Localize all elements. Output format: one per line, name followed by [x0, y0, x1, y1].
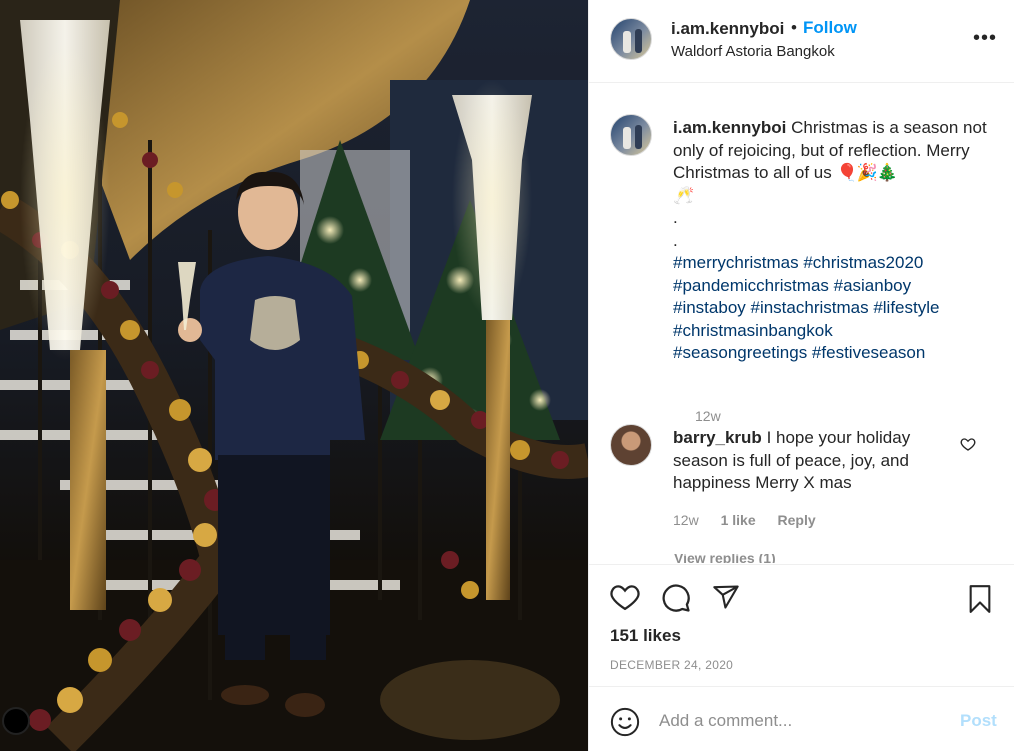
- hashtag-line[interactable]: #pandemicchristmas #asianboy: [673, 275, 1003, 298]
- caption-dot: .: [673, 230, 678, 250]
- hashtag-line[interactable]: #christmasinbangkok: [673, 320, 1003, 343]
- share-icon[interactable]: [711, 583, 741, 611]
- post-photo[interactable]: [0, 0, 588, 751]
- clinking-glasses-emoji: 🥂: [673, 185, 695, 205]
- comment-text: barry_krub I hope your holiday season is…: [673, 427, 933, 495]
- separator-dot: •: [791, 18, 797, 37]
- post-date[interactable]: DECEMBER 24, 2020: [610, 658, 733, 672]
- comment-meta: 12w 1 like Reply: [673, 512, 834, 528]
- view-replies-link[interactable]: View replies (1): [674, 554, 776, 563]
- comment-icon[interactable]: [661, 583, 691, 613]
- comments-section[interactable]: i.am.kennyboi Christmas is a season not …: [589, 84, 1014, 564]
- reply-button[interactable]: Reply: [778, 512, 816, 528]
- comment-likes[interactable]: 1 like: [721, 512, 756, 528]
- caption-username[interactable]: i.am.kennyboi: [673, 118, 786, 137]
- post-comment-button[interactable]: Post: [960, 711, 997, 731]
- heart-icon[interactable]: [610, 583, 640, 611]
- photo-illustration: [0, 0, 588, 751]
- more-options-icon[interactable]: •••: [973, 28, 997, 48]
- balloon-emoji: 🎈: [836, 163, 858, 182]
- caption-avatar[interactable]: [610, 114, 652, 156]
- hashtag-line[interactable]: #instaboy #instachristmas #lifestyle: [673, 297, 1003, 320]
- add-comment-bar: Post: [589, 686, 1014, 751]
- tagged-user-icon[interactable]: [2, 707, 30, 735]
- post-details-panel: i.am.kennyboi • Follow Waldorf Astoria B…: [588, 0, 1014, 751]
- follow-button[interactable]: Follow: [803, 18, 857, 38]
- likes-count[interactable]: 151 likes: [610, 626, 681, 646]
- hashtag-line[interactable]: #seasongreetings #festiveseason: [673, 342, 1003, 365]
- hashtag-line[interactable]: #merrychristmas #christmas2020: [673, 252, 1003, 275]
- bookmark-icon[interactable]: [966, 583, 994, 615]
- author-avatar[interactable]: [610, 18, 652, 60]
- post-header: i.am.kennyboi • Follow Waldorf Astoria B…: [589, 0, 1014, 83]
- party-popper-emoji: 🎉: [856, 163, 878, 182]
- post-actions: 151 likes DECEMBER 24, 2020: [589, 564, 1014, 686]
- comment-timestamp[interactable]: 12w: [673, 512, 699, 528]
- emoji-smile-icon[interactable]: [610, 707, 640, 737]
- comment-input[interactable]: [659, 707, 939, 735]
- commenter-username[interactable]: barry_krub: [673, 428, 762, 447]
- caption-dot: .: [673, 208, 678, 227]
- caption-timestamp[interactable]: 12w: [695, 408, 721, 424]
- christmas-tree-emoji: 🎄: [876, 163, 898, 182]
- author-username[interactable]: i.am.kennyboi: [671, 19, 784, 39]
- location-link[interactable]: Waldorf Astoria Bangkok: [671, 43, 835, 60]
- commenter-avatar[interactable]: [610, 424, 652, 466]
- caption-text: i.am.kennyboi Christmas is a season not …: [673, 117, 1003, 365]
- hashtags: #merrychristmas #christmas2020 #pandemic…: [673, 252, 1003, 365]
- comment-like-heart-icon[interactable]: [960, 436, 976, 452]
